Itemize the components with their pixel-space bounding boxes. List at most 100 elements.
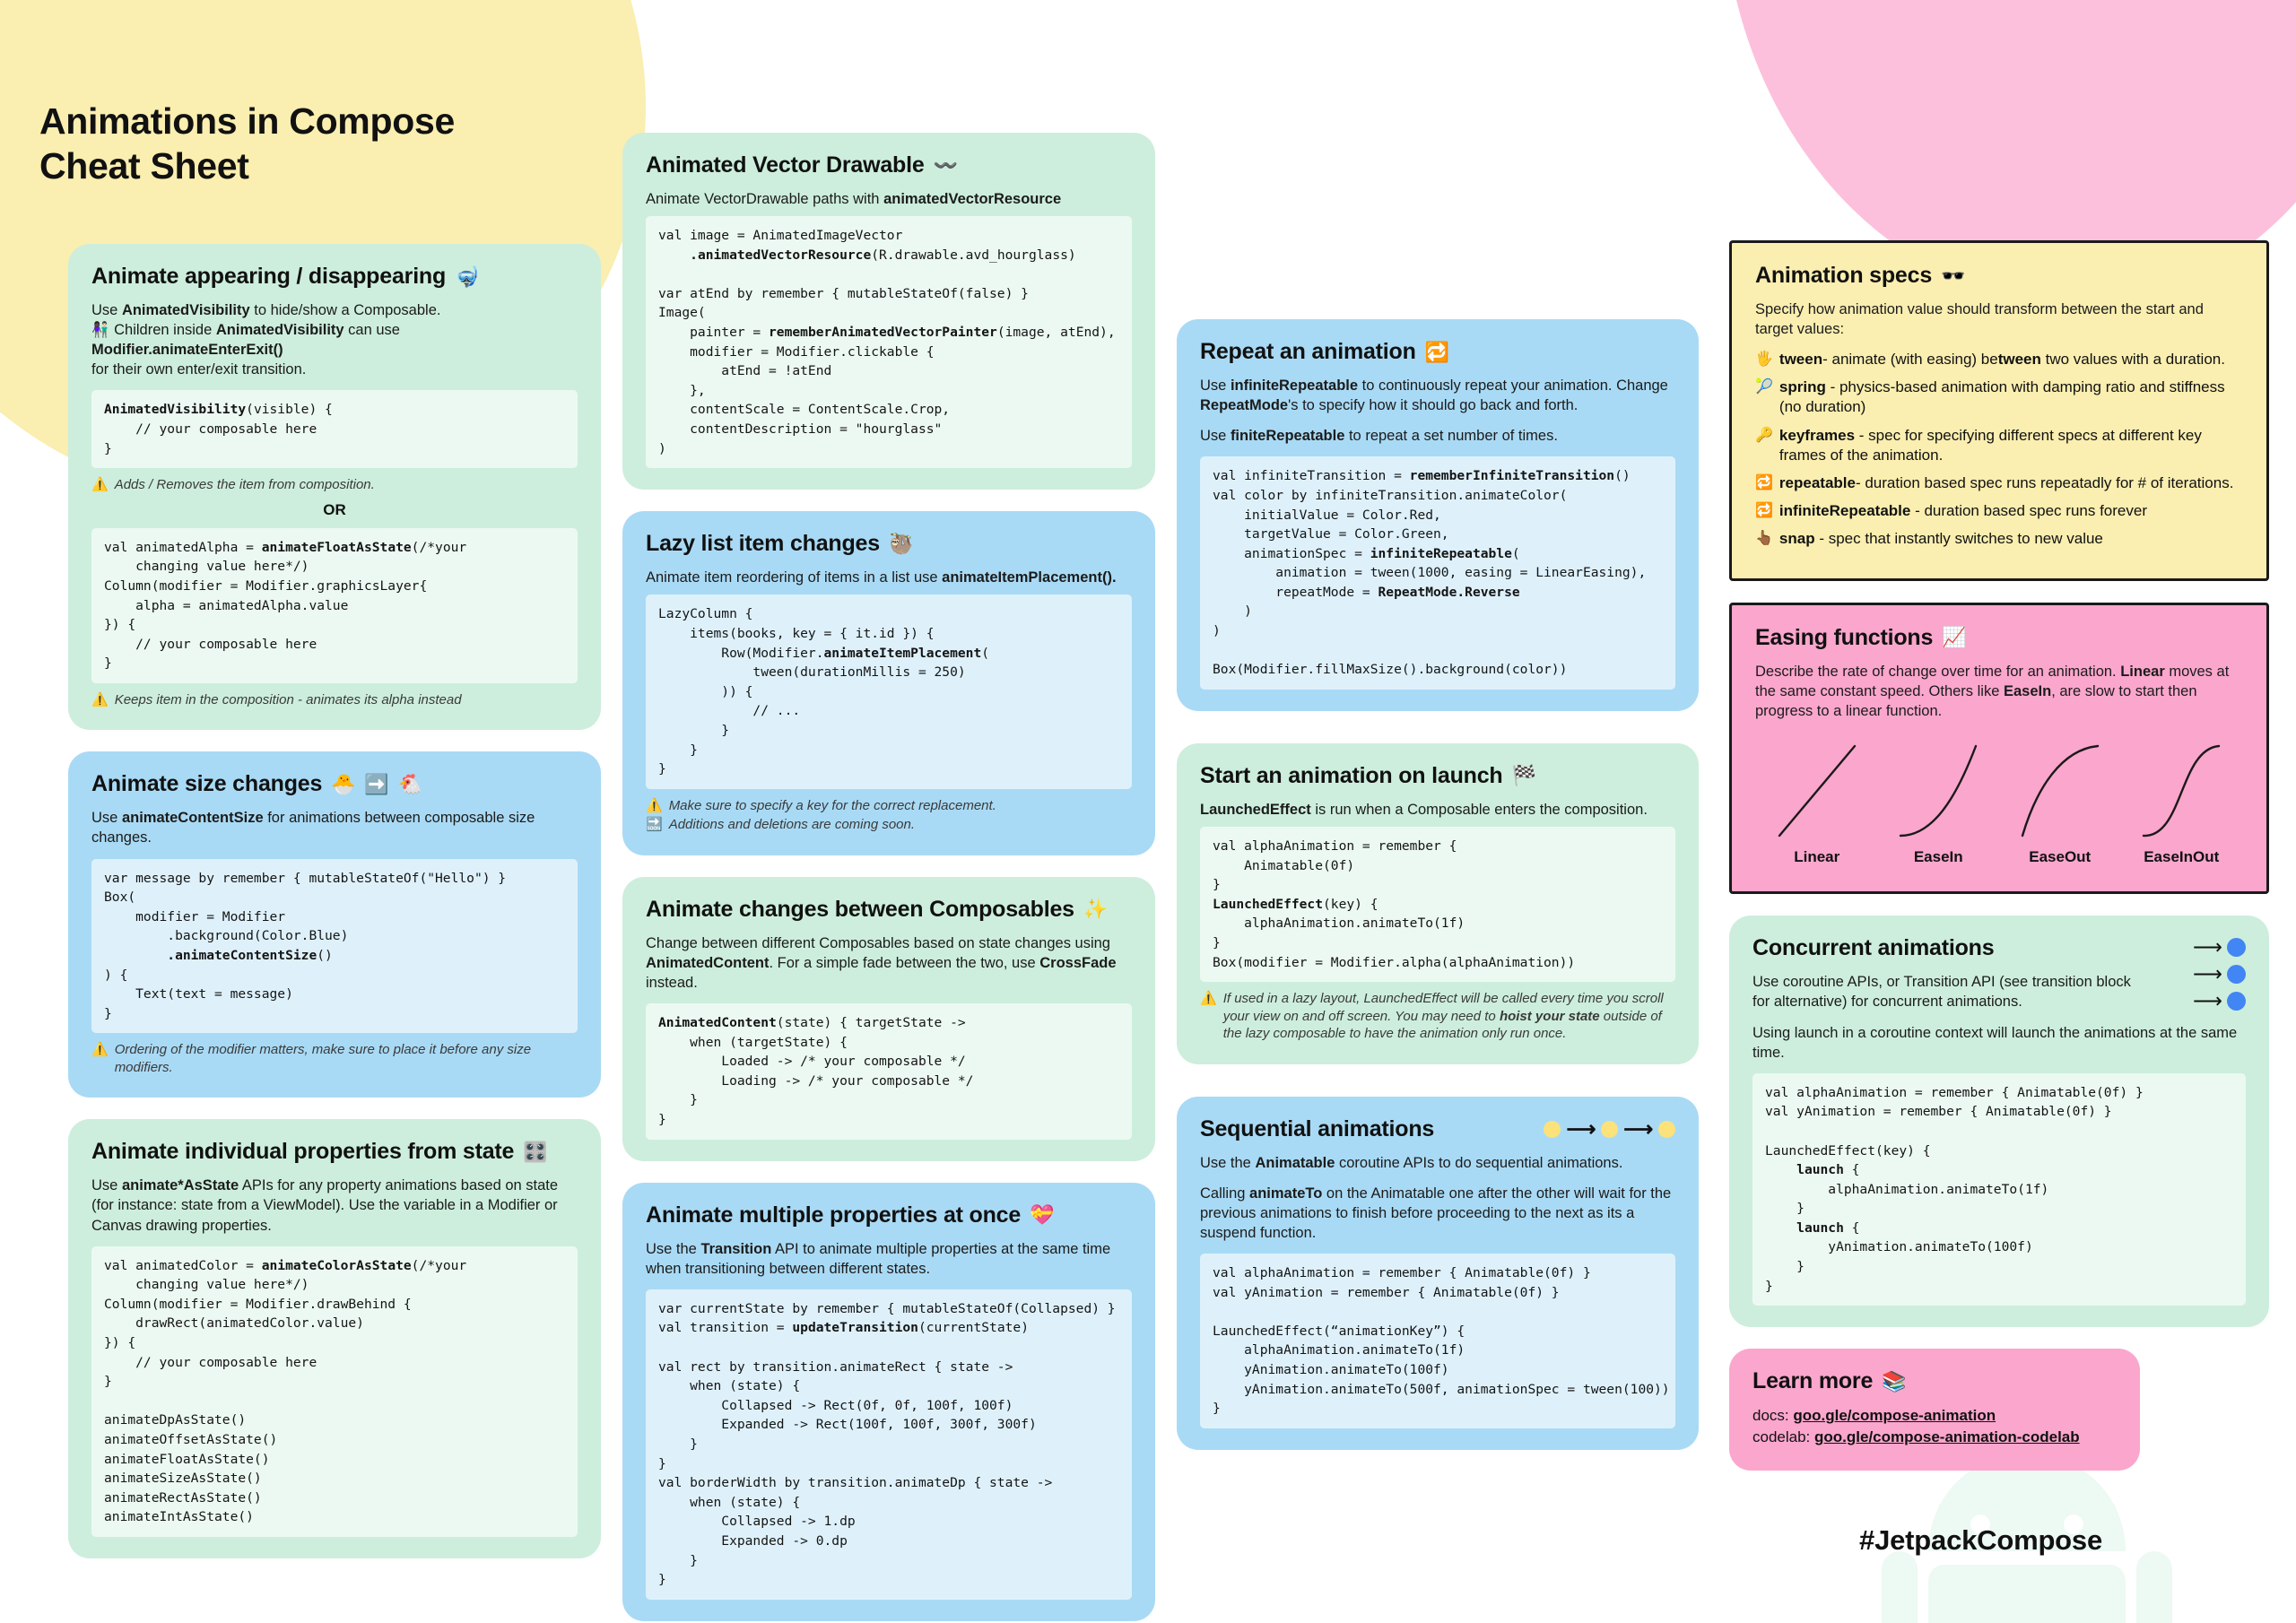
footer-hashtag: #JetpackCompose <box>1859 1524 2102 1556</box>
card-description: LaunchedEffect is run when a Composable … <box>1200 800 1675 820</box>
spec-list: 🖐️ tween- animate (with easing) between t… <box>1755 350 2243 549</box>
card-description-2: Calling animateTo on the Animatable one … <box>1200 1184 1675 1243</box>
code-keyword: animateColorAsState <box>261 1257 412 1273</box>
desc-text: Use <box>91 302 122 318</box>
code-body: ) ) Box(Modifier.fillMaxSize().backgroun… <box>1213 603 1568 678</box>
code-block: val image = AnimatedImageVector .animate… <box>646 216 1132 469</box>
api-name: Animatable <box>1255 1154 1335 1171</box>
spec-item-name: keyframes <box>1779 426 1856 444</box>
card-description: Use the Transition API to animate multip… <box>646 1239 1132 1279</box>
sunglasses-icon: 🕶️ <box>1941 264 1966 287</box>
easing-curve-list: Linear EaseIn EaseOut EaseInOut <box>1755 735 2243 870</box>
card-easing-functions: Easing functions 📈 Describe the rate of … <box>1729 602 2269 895</box>
desc-text: 's to specify how it should go back and … <box>1288 397 1578 414</box>
spec-item-icon: 🎾 <box>1755 379 1773 395</box>
spec-item-text: infiniteRepeatable - duration based spec… <box>1779 501 2147 519</box>
desc-text: Calling <box>1200 1185 1250 1202</box>
easing-curve-cell: EaseOut <box>2004 735 2117 866</box>
code-body: val animatedAlpha = <box>104 539 262 555</box>
desc-text: Use <box>1200 378 1231 394</box>
card-description: Use AnimatedVisibility to hide/show a Co… <box>91 300 578 379</box>
spec-item: 🔁 repeatable- duration based spec runs re… <box>1755 473 2243 493</box>
desc-text: Use the <box>1200 1154 1256 1171</box>
codelab-link[interactable]: goo.gle/compose-animation-codelab <box>1814 1428 2080 1445</box>
card-note-2: ⚠️ Keeps item in the composition - animat… <box>91 691 578 709</box>
code-body: (state) { targetState -> when (targetSta… <box>658 1015 974 1127</box>
api-name: LaunchedEffect <box>1200 801 1311 818</box>
api-name: RepeatMode <box>1200 397 1289 414</box>
card-repeat-an-animation: Repeat an animation 🔁 Use infiniteRepeat… <box>1177 319 1699 711</box>
code-keyword: RepeatMode.Reverse <box>1378 584 1520 600</box>
control-knobs-icon: 🎛️ <box>523 1140 548 1163</box>
page-title-line-2: Cheat Sheet <box>39 145 249 187</box>
easing-curve-label: EaseIn <box>1913 848 1963 866</box>
code-body: val alphaAnimation = remember { Animatab… <box>1213 838 1457 893</box>
card-title: Animate multiple properties at once 💝 <box>646 1202 1132 1228</box>
desc-text: for their own enter/exit transition. <box>91 361 307 378</box>
docs-link[interactable]: goo.gle/compose-animation <box>1793 1407 1996 1424</box>
desc-text: Use the <box>646 1240 701 1257</box>
column-3: Repeat an animation 🔁 Use infiniteRepeat… <box>1177 319 1699 1471</box>
lizard-icon: 🤿 <box>455 265 480 288</box>
code-body: val animatedColor = <box>104 1257 262 1273</box>
api-name: animateTo <box>1249 1185 1323 1202</box>
warning-icon: ⚠️ <box>646 797 663 813</box>
card-title: Repeat an animation 🔁 <box>1200 339 1675 365</box>
easing-curve-graph <box>1778 745 1856 838</box>
easing-name: Linear <box>2120 663 2165 680</box>
card-lazy-list-item-changes: Lazy list item changes 🦥 Animate item re… <box>622 511 1155 855</box>
desc-text: . For a simple fade between the two, use <box>769 954 1040 971</box>
card-description: Animate VectorDrawable paths with animat… <box>646 189 1132 209</box>
spec-item: 🔁 infiniteRepeatable - duration based spe… <box>1755 501 2243 521</box>
page-title: Animations in Compose Cheat Sheet <box>39 99 455 188</box>
card-description-2: Use finiteRepeatable to repeat a set num… <box>1200 426 1675 446</box>
card-description: Describe the rate of change over time fo… <box>1755 662 2243 721</box>
desc-text: coroutine APIs to do sequential animatio… <box>1335 1154 1623 1171</box>
card-note: ⚠️ Adds / Removes the item from compositi… <box>91 476 578 494</box>
code-block: val alphaAnimation = remember { Animatab… <box>1200 1254 1675 1428</box>
column-2: Animated Vector Drawable 〰️ Animate Vect… <box>622 133 1155 1623</box>
note-text: Make sure to specify a key for the corre… <box>668 797 996 813</box>
card-title-text: Animate appearing / disappearing <box>91 264 447 289</box>
code-block: AnimatedContent(state) { targetState -> … <box>646 1003 1132 1140</box>
card-description-2: Using launch in a coroutine context will… <box>1752 1024 2238 1061</box>
spec-item-name: infiniteRepeatable <box>1779 501 1911 519</box>
api-name: infiniteRepeatable <box>1230 378 1359 394</box>
spec-item-icon: 🔁 <box>1755 502 1773 518</box>
code-block: val alphaAnimation = remember { Animatab… <box>1752 1072 2246 1306</box>
yellow-dot-icon <box>1601 1120 1619 1138</box>
card-concurrent-animations: Concurrent animations ⟶ ⟶ ⟶ Use coroutin… <box>1729 916 2269 1328</box>
card-title-text: Animation specs <box>1755 263 1933 288</box>
spec-item-name: snap <box>1779 529 1815 547</box>
card-description: Use infiniteRepeatable to continuously r… <box>1200 376 1675 415</box>
card-title: Animate size changes 🐣 ➡️ 🐔 <box>91 771 578 797</box>
desc-text: Use <box>1200 428 1231 445</box>
spec-item-name: spring <box>1779 378 1826 396</box>
code-body: ( tween(durationMillis = 250) )) { // ..… <box>658 645 990 777</box>
card-title-text: Animate multiple properties at once <box>646 1202 1022 1228</box>
yellow-dot-icon <box>1658 1120 1675 1138</box>
spec-item: 👆🏾 snap - spec that instantly switches to… <box>1755 529 2243 549</box>
spec-item: 🖐️ tween- animate (with easing) between t… <box>1755 350 2243 369</box>
card-start-animation-on-launch: Start an animation on launch 🏁 LaunchedE… <box>1177 742 1699 1064</box>
card-title: Animated Vector Drawable 〰️ <box>646 152 1132 178</box>
desc-text: is run when a Composable enters the comp… <box>1310 801 1648 818</box>
spec-item: 🎾 spring - physics-based animation with d… <box>1755 378 2243 417</box>
card-title-text: Concurrent animations <box>1752 935 1995 961</box>
spec-item-name: repeatable <box>1779 473 1856 491</box>
desc-text: Use <box>91 810 122 827</box>
right-arrow-icon: ➡️ <box>364 772 389 795</box>
card-note: ⚠️ Make sure to specify a key for the cor… <box>646 797 1132 815</box>
card-title: Learn more 📚 <box>1752 1368 2117 1394</box>
card-description: Animate item reordering of items in a li… <box>646 568 1132 587</box>
card-animate-changes-between-composables: Animate changes between Composables ✨ Ch… <box>622 876 1155 1161</box>
cheat-sheet-page: Animations in Compose Cheat Sheet Animat… <box>0 0 2296 1623</box>
books-icon: 📚 <box>1882 1369 1907 1393</box>
code-block: val animatedColor = animateColorAsState(… <box>91 1245 578 1537</box>
code-body: val infiniteTransition = <box>1213 468 1410 484</box>
yellow-dot-icon <box>1544 1120 1561 1138</box>
note-text: Ordering of the modifier matters, make s… <box>114 1042 532 1075</box>
code-block: LazyColumn { items(books, key = { it.id … <box>646 595 1132 789</box>
card-animate-multiple-properties: Animate multiple properties at once 💝 Us… <box>622 1182 1155 1621</box>
code-keyword: .animateContentSize <box>167 947 317 963</box>
